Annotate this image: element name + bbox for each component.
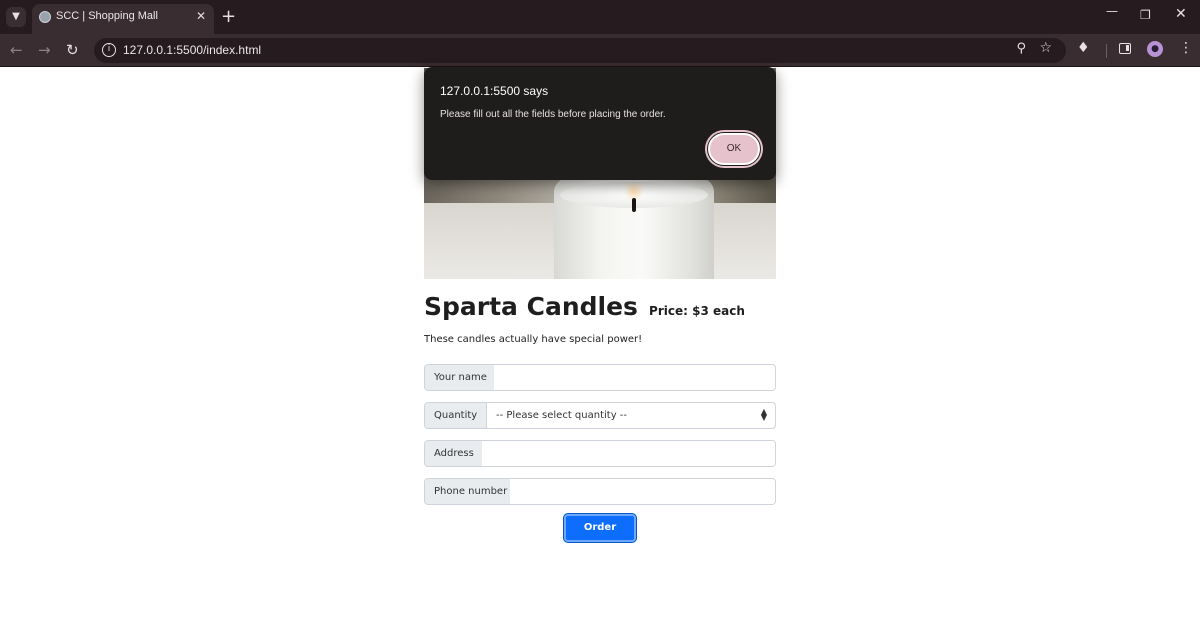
title-row: Sparta Candles Price: $3 each <box>424 292 776 321</box>
chevron-down-icon[interactable]: ▼ <box>6 7 26 27</box>
arrow-left-icon[interactable]: ← <box>10 41 23 59</box>
profile-icon[interactable]: ● <box>1147 41 1163 57</box>
dialog-message: Please fill out all the fields before pl… <box>440 109 666 120</box>
address-input[interactable] <box>482 441 775 466</box>
side-panel-icon[interactable] <box>1119 43 1131 54</box>
address-label: Address <box>425 441 484 466</box>
quantity-label: Quantity <box>425 403 488 428</box>
phone-label: Phone number <box>425 479 518 504</box>
quantity-select-value: -- Please select quantity -- <box>496 410 628 421</box>
name-input[interactable] <box>494 365 775 390</box>
info-icon[interactable]: i <box>102 43 116 57</box>
ok-button[interactable]: OK <box>708 133 760 165</box>
browser-tab-bar: ▼ SCC | Shopping Mall ✕ + — ❐ ✕ <box>0 0 1200 34</box>
browser-toolbar: ← → ↻ i 127.0.0.1:5500/index.html ⚲ ☆ <box>0 34 1200 67</box>
dialog-title: 127.0.0.1:5500 says <box>440 84 549 98</box>
quantity-select[interactable]: -- Please select quantity -- <box>486 403 775 428</box>
price-label: Price: $3 each <box>649 304 745 318</box>
globe-icon <box>39 11 51 23</box>
alert-dialog: 127.0.0.1:5500 says Please fill out all … <box>424 67 776 180</box>
zoom-icon[interactable]: ⚲ <box>1016 41 1026 56</box>
select-arrows-icon: ▲ ▼ <box>760 407 767 422</box>
arrow-right-icon[interactable]: → <box>38 41 51 59</box>
star-icon[interactable]: ☆ <box>1039 40 1052 56</box>
tab-title: SCC | Shopping Mall <box>56 10 158 22</box>
address-input-group: Address <box>424 440 776 467</box>
url-text[interactable]: 127.0.0.1:5500/index.html <box>123 43 261 57</box>
candle-wick <box>632 198 636 212</box>
browser-tab[interactable]: SCC | Shopping Mall ✕ <box>32 4 214 34</box>
toolbar-divider <box>1106 44 1107 58</box>
minimize-icon[interactable]: — <box>1106 4 1118 18</box>
name-input-group: Your name <box>424 364 776 391</box>
product-description: These candles actually have special powe… <box>424 334 643 345</box>
name-label: Your name <box>425 365 497 390</box>
phone-input-group: Phone number <box>424 478 776 505</box>
reload-icon[interactable]: ↻ <box>66 41 79 59</box>
close-icon[interactable]: ✕ <box>196 9 206 23</box>
page-title: Sparta Candles <box>424 292 638 321</box>
address-bar[interactable]: i 127.0.0.1:5500/index.html ⚲ ☆ <box>94 38 1066 63</box>
maximize-icon[interactable]: ❐ <box>1140 8 1151 22</box>
order-button[interactable]: Order <box>564 514 636 542</box>
puzzle-icon[interactable]: ♦ <box>1077 40 1090 56</box>
plus-icon[interactable]: + <box>221 6 236 27</box>
phone-input[interactable] <box>510 479 775 504</box>
quantity-input-group: Quantity -- Please select quantity -- ▲ ▼ <box>424 402 776 429</box>
close-window-icon[interactable]: ✕ <box>1175 6 1187 22</box>
more-vertical-icon[interactable]: ⋮ <box>1179 40 1193 56</box>
